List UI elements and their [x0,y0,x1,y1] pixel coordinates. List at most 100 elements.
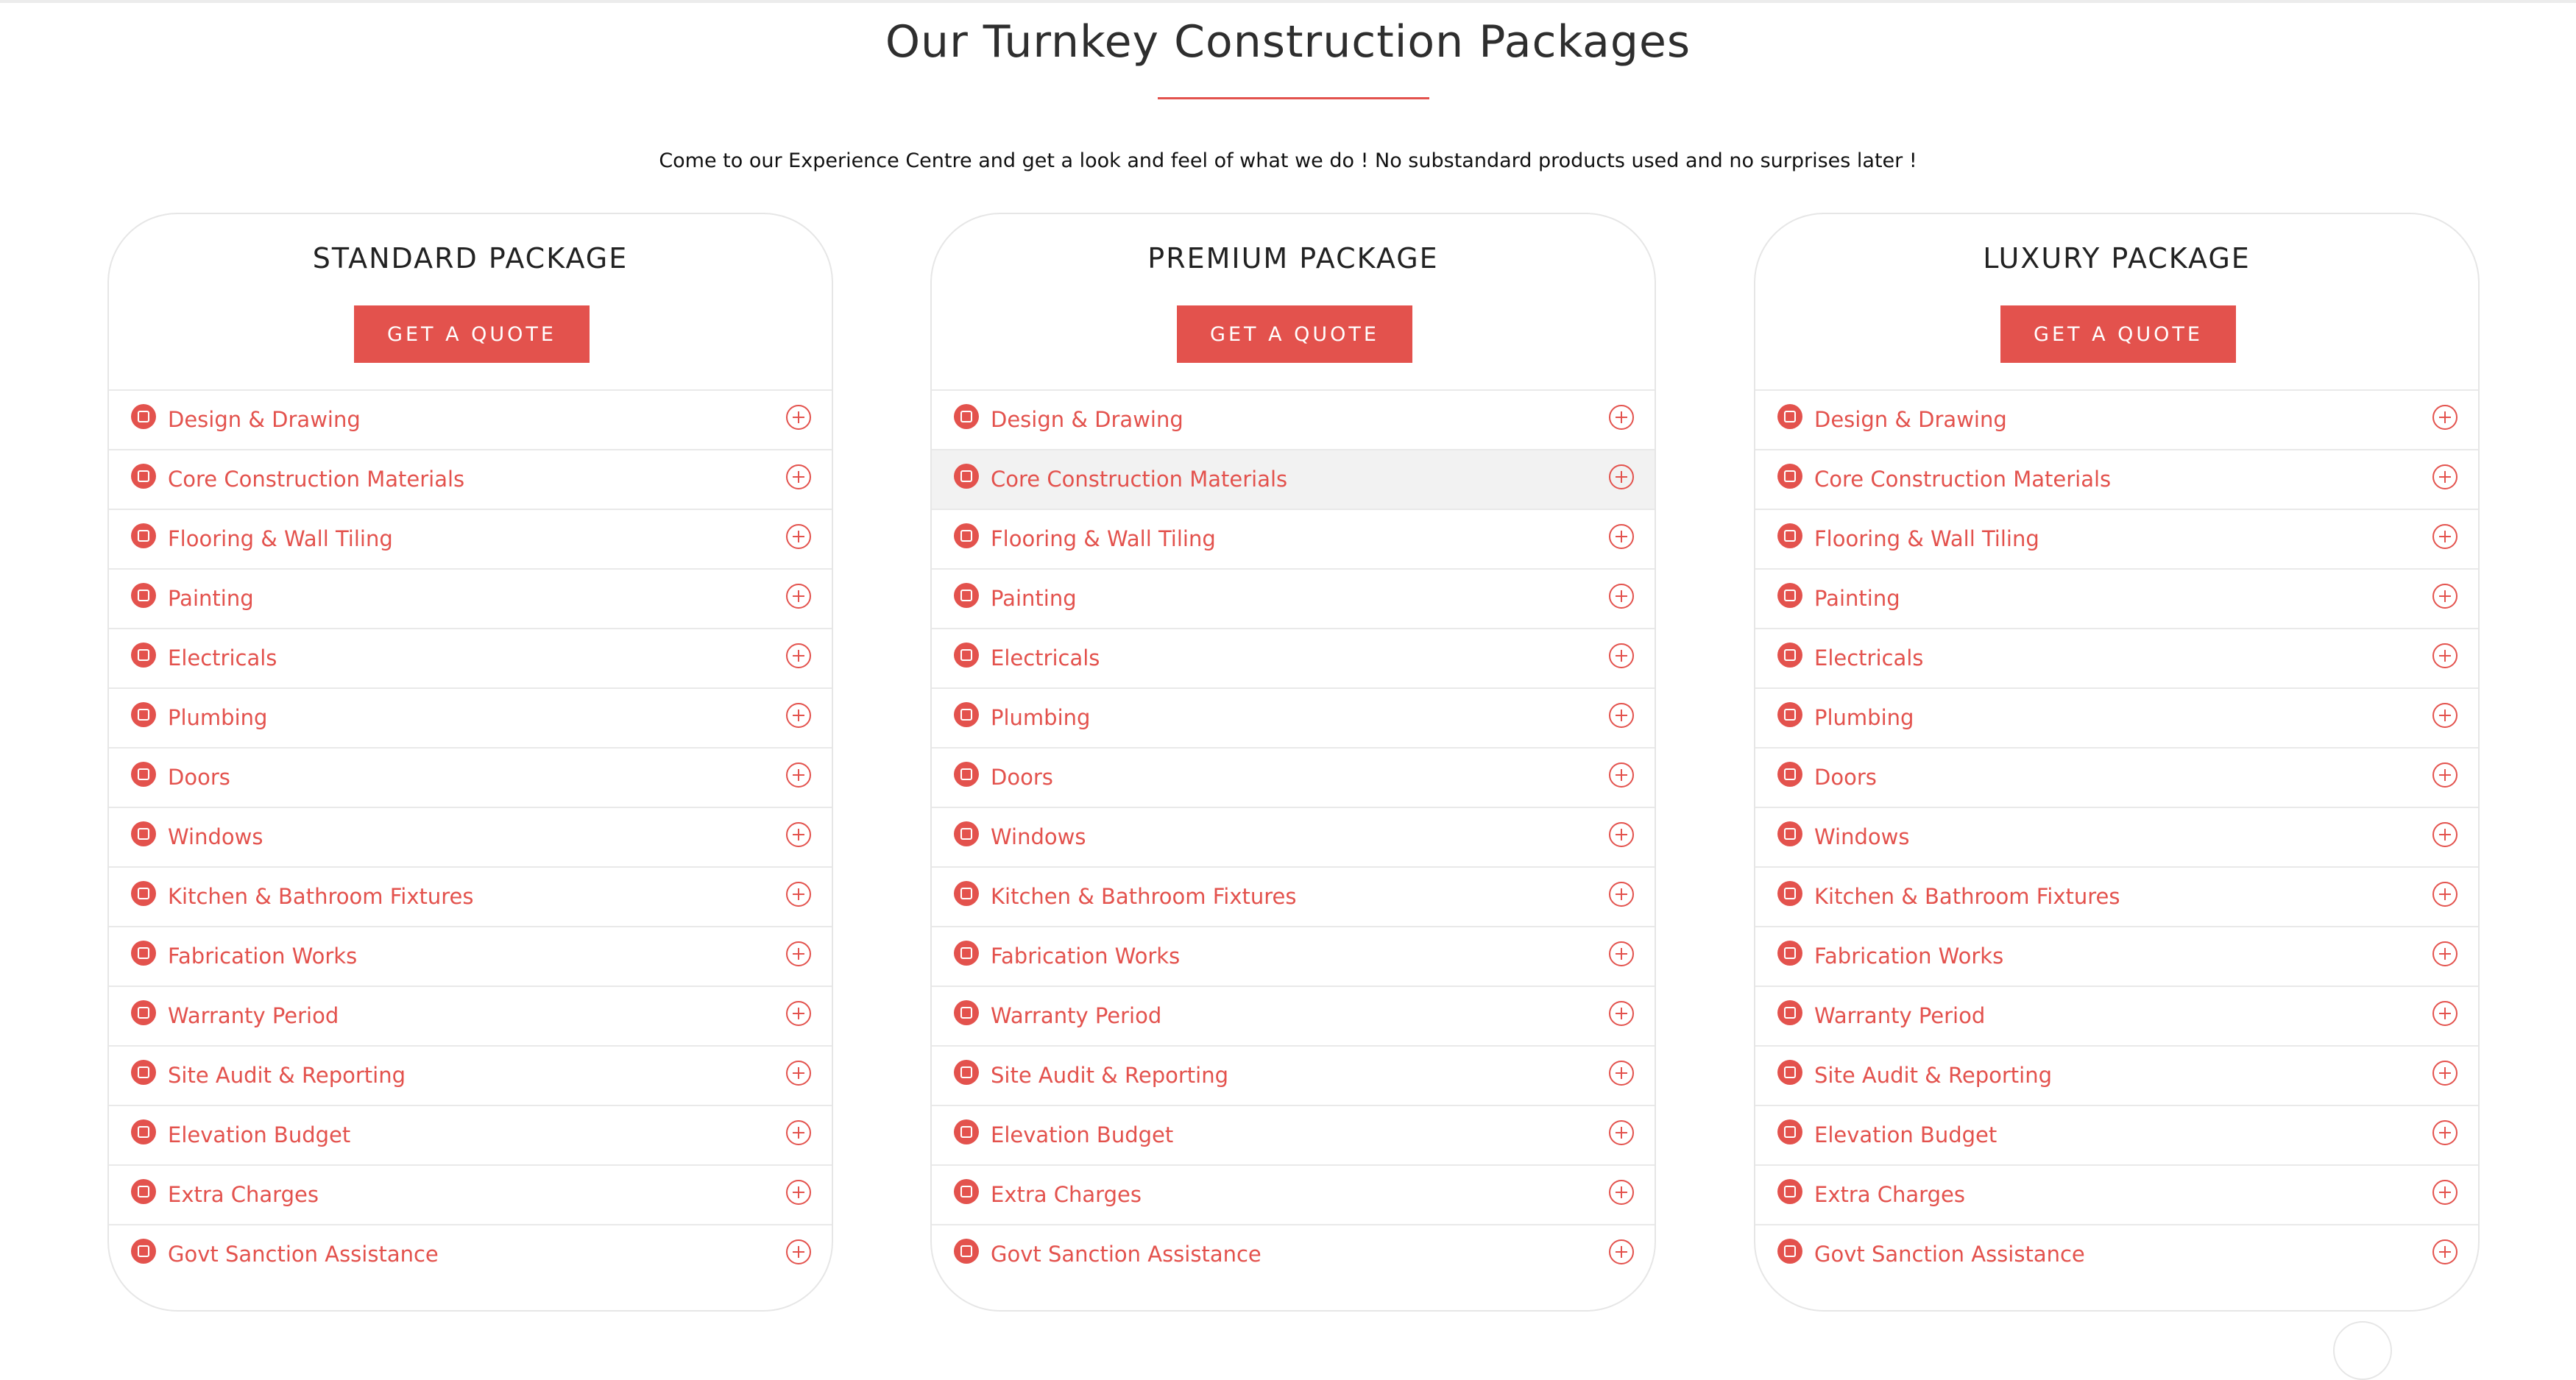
plus-circle-icon[interactable] [2432,1120,2458,1145]
accordion-item-painting[interactable]: Painting [109,568,832,628]
plus-circle-icon[interactable] [1609,762,1634,788]
plus-circle-icon[interactable] [786,643,811,668]
plus-circle-icon[interactable] [786,822,811,847]
accordion-item-plumbing[interactable]: Plumbing [1755,687,2478,747]
accordion-item-design-and-drawing[interactable]: Design & Drawing [109,389,832,449]
accordion-item-electricals[interactable]: Electricals [1755,628,2478,687]
accordion-item-electricals[interactable]: Electricals [932,628,1655,687]
plus-circle-icon[interactable] [2432,584,2458,609]
plus-circle-icon[interactable] [2432,524,2458,549]
plus-circle-icon[interactable] [1609,822,1634,847]
accordion-item-flooring-and-wall-tiling[interactable]: Flooring & Wall Tiling [932,509,1655,568]
square-bullet-icon [1777,821,1802,846]
get-a-quote-button[interactable]: GET A QUOTE [354,305,590,363]
accordion-item-site-audit-and-reporting[interactable]: Site Audit & Reporting [109,1045,832,1105]
accordion-item-warranty-period[interactable]: Warranty Period [932,986,1655,1045]
plus-circle-icon[interactable] [786,882,811,907]
accordion-item-painting[interactable]: Painting [932,568,1655,628]
plus-circle-icon[interactable] [2432,882,2458,907]
accordion-item-painting[interactable]: Painting [1755,568,2478,628]
accordion-item-govt-sanction-assistance[interactable]: Govt Sanction Assistance [932,1224,1655,1284]
plus-circle-icon[interactable] [786,1120,811,1145]
plus-circle-icon[interactable] [1609,1239,1634,1264]
accordion-item-plumbing[interactable]: Plumbing [932,687,1655,747]
plus-circle-icon[interactable] [1609,405,1634,430]
plus-circle-icon[interactable] [1609,1120,1634,1145]
accordion-item-flooring-and-wall-tiling[interactable]: Flooring & Wall Tiling [1755,509,2478,568]
plus-circle-icon[interactable] [1609,1001,1634,1026]
plus-circle-icon[interactable] [786,405,811,430]
plus-circle-icon[interactable] [786,703,811,728]
square-bullet-icon [131,881,156,906]
plus-circle-icon[interactable] [786,941,811,966]
accordion-item-fabrication-works[interactable]: Fabrication Works [932,926,1655,986]
plus-circle-icon[interactable] [1609,703,1634,728]
accordion-item-fabrication-works[interactable]: Fabrication Works [109,926,832,986]
plus-circle-icon[interactable] [786,464,811,489]
accordion-item-design-and-drawing[interactable]: Design & Drawing [1755,389,2478,449]
accordion-item-core-construction-materials[interactable]: Core Construction Materials [1755,449,2478,509]
accordion-item-extra-charges[interactable]: Extra Charges [1755,1164,2478,1224]
scroll-to-top-button[interactable] [2333,1321,2392,1380]
plus-circle-icon[interactable] [2432,822,2458,847]
get-a-quote-button[interactable]: GET A QUOTE [1177,305,1412,363]
plus-circle-icon[interactable] [2432,1001,2458,1026]
accordion-item-core-construction-materials[interactable]: Core Construction Materials [932,449,1655,509]
plus-circle-icon[interactable] [1609,1061,1634,1086]
accordion-item-warranty-period[interactable]: Warranty Period [109,986,832,1045]
accordion-item-doors[interactable]: Doors [1755,747,2478,807]
plus-circle-icon[interactable] [2432,1180,2458,1205]
accordion-item-flooring-and-wall-tiling[interactable]: Flooring & Wall Tiling [109,509,832,568]
accordion-item-site-audit-and-reporting[interactable]: Site Audit & Reporting [1755,1045,2478,1105]
plus-circle-icon[interactable] [2432,762,2458,788]
plus-circle-icon[interactable] [786,1001,811,1026]
plus-circle-icon[interactable] [1609,941,1634,966]
plus-circle-icon[interactable] [2432,703,2458,728]
accordion-item-windows[interactable]: Windows [109,807,832,866]
plus-circle-icon[interactable] [2432,405,2458,430]
plus-circle-icon[interactable] [786,524,811,549]
accordion-item-govt-sanction-assistance[interactable]: Govt Sanction Assistance [109,1224,832,1284]
accordion-item-warranty-period[interactable]: Warranty Period [1755,986,2478,1045]
accordion-item-elevation-budget[interactable]: Elevation Budget [1755,1105,2478,1164]
accordion-item-govt-sanction-assistance[interactable]: Govt Sanction Assistance [1755,1224,2478,1284]
accordion-item-kitchen-and-bathroom-fixtures[interactable]: Kitchen & Bathroom Fixtures [932,866,1655,926]
plus-circle-icon[interactable] [786,1180,811,1205]
square-bullet-icon [1777,1179,1802,1204]
accordion-item-extra-charges[interactable]: Extra Charges [932,1164,1655,1224]
plus-circle-icon[interactable] [786,584,811,609]
accordion-item-core-construction-materials[interactable]: Core Construction Materials [109,449,832,509]
accordion-item-doors[interactable]: Doors [109,747,832,807]
accordion-item-extra-charges[interactable]: Extra Charges [109,1164,832,1224]
accordion-item-electricals[interactable]: Electricals [109,628,832,687]
plus-circle-icon[interactable] [1609,524,1634,549]
accordion-item-label: Warranty Period [1814,1003,1986,1028]
accordion-item-fabrication-works[interactable]: Fabrication Works [1755,926,2478,986]
plus-circle-icon[interactable] [786,1061,811,1086]
plus-circle-icon[interactable] [2432,464,2458,489]
square-bullet-icon [1777,523,1802,548]
accordion-item-elevation-budget[interactable]: Elevation Budget [109,1105,832,1164]
plus-circle-icon[interactable] [2432,941,2458,966]
plus-circle-icon[interactable] [1609,1180,1634,1205]
plus-circle-icon[interactable] [2432,643,2458,668]
accordion-item-windows[interactable]: Windows [1755,807,2478,866]
accordion-item-elevation-budget[interactable]: Elevation Budget [932,1105,1655,1164]
plus-circle-icon[interactable] [786,762,811,788]
accordion-item-kitchen-and-bathroom-fixtures[interactable]: Kitchen & Bathroom Fixtures [109,866,832,926]
plus-circle-icon[interactable] [2432,1061,2458,1086]
square-bullet-icon [131,643,156,668]
plus-circle-icon[interactable] [1609,584,1634,609]
plus-circle-icon[interactable] [786,1239,811,1264]
accordion-item-kitchen-and-bathroom-fixtures[interactable]: Kitchen & Bathroom Fixtures [1755,866,2478,926]
accordion-item-plumbing[interactable]: Plumbing [109,687,832,747]
plus-circle-icon[interactable] [1609,882,1634,907]
plus-circle-icon[interactable] [2432,1239,2458,1264]
plus-circle-icon[interactable] [1609,643,1634,668]
accordion-item-design-and-drawing[interactable]: Design & Drawing [932,389,1655,449]
accordion-item-site-audit-and-reporting[interactable]: Site Audit & Reporting [932,1045,1655,1105]
get-a-quote-button[interactable]: GET A QUOTE [2000,305,2236,363]
accordion-item-windows[interactable]: Windows [932,807,1655,866]
plus-circle-icon[interactable] [1609,464,1634,489]
accordion-item-doors[interactable]: Doors [932,747,1655,807]
